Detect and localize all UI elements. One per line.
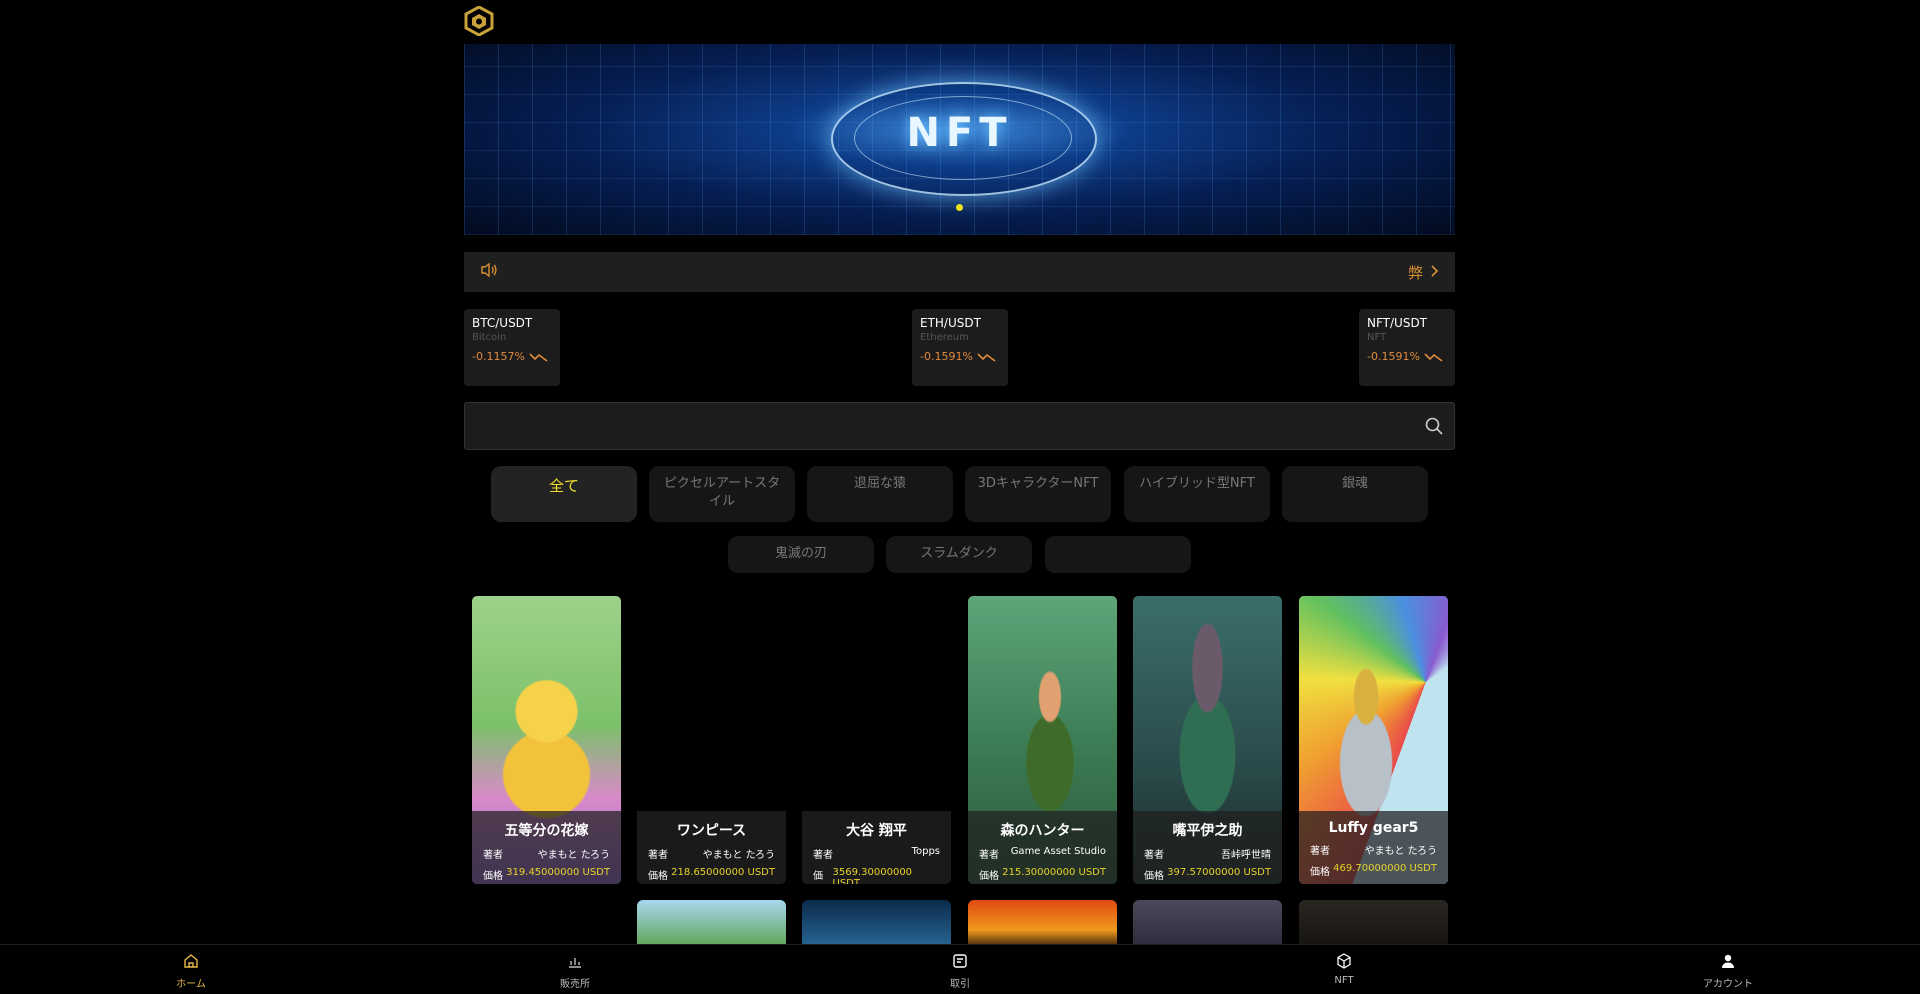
category-kimetsu[interactable]: 鬼滅の刃 (728, 536, 874, 573)
notice-more-label[interactable]: 弊 (1408, 262, 1423, 283)
category-pixel-art[interactable]: ピクセルアートスタイル (649, 466, 795, 522)
nav-label: アカウント (1703, 979, 1753, 990)
ticker-change: -0.1591% (920, 350, 973, 363)
nft-card[interactable]: 五等分の花嫁 著者 やまもと たろう 価格 319.45000000 USDT (472, 596, 621, 884)
carousel-dots (464, 204, 1455, 211)
category-3d-character[interactable]: 3DキャラクターNFT (965, 466, 1111, 522)
category-all[interactable]: 全て (491, 466, 637, 522)
ticker-nft[interactable]: NFT/USDT NFT -0.1591% (1359, 309, 1455, 386)
trend-down-icon (529, 352, 548, 362)
nft-title: 嘴平伊之助 (1172, 823, 1243, 839)
ticker-pair: BTC/USDT (472, 316, 533, 330)
nft-card[interactable] (1133, 900, 1282, 950)
ticker-change: -0.1157% (472, 350, 525, 363)
nft-title: Luffy gear5 (1328, 820, 1419, 836)
nav-label: ホーム (176, 979, 206, 990)
search-input[interactable] (477, 411, 1401, 443)
carousel-dot-active[interactable] (956, 204, 963, 211)
search-icon[interactable] (1424, 416, 1444, 440)
nft-title: 大谷 翔平 (846, 823, 907, 839)
nft-card[interactable] (968, 900, 1117, 950)
nft-card[interactable]: 森のハンター 著者 Game Asset Studio 価格 215.3000000… (968, 596, 1117, 884)
nft-card[interactable]: 大谷 翔平 著者Topps 価格3569.30000000 USDT (802, 596, 951, 884)
category-gintama[interactable]: 銀魂 (1282, 466, 1428, 522)
nft-card[interactable] (802, 900, 951, 950)
nav-label: 取引 (950, 979, 970, 990)
page-container: NFT 弊 BTC/USDT Bitcoin -0.1157% ETH/USDT… (464, 0, 1455, 993)
category-hybrid[interactable]: ハイブリッド型NFT (1124, 466, 1270, 522)
notice-bar[interactable]: 弊 (464, 252, 1455, 292)
speaker-icon (480, 262, 498, 282)
cube-icon (1337, 953, 1351, 969)
nav-store[interactable]: 販売所 (535, 953, 615, 990)
ticker-eth[interactable]: ETH/USDT Ethereum -0.1591% (912, 309, 1008, 386)
nft-title: ワンピース (676, 823, 747, 839)
ticker-name: Bitcoin (472, 332, 507, 343)
trend-down-icon (977, 352, 996, 362)
nft-card[interactable]: Luffy gear5 著者 やまもと たろう 価格 469.70000000 US… (1299, 596, 1448, 884)
nav-label: 販売所 (560, 979, 590, 990)
ticker-pair: ETH/USDT (920, 316, 981, 330)
hero-banner[interactable]: NFT (464, 44, 1455, 235)
nav-home[interactable]: ホーム (151, 953, 231, 990)
ticker-name: NFT (1367, 332, 1387, 343)
chart-icon (569, 958, 581, 968)
trade-icon (953, 954, 967, 968)
category-bored-ape[interactable]: 退屈な猿 (807, 466, 953, 522)
ticker-change: -0.1591% (1367, 350, 1420, 363)
banner-text: NFT (906, 110, 1013, 156)
user-icon (1722, 954, 1734, 968)
ticker-btc[interactable]: BTC/USDT Bitcoin -0.1157% (464, 309, 560, 386)
nft-title: 五等分の花嫁 (504, 823, 589, 839)
nav-trade[interactable]: 取引 (920, 953, 1000, 990)
nav-nft[interactable]: NFT (1304, 953, 1384, 986)
category-empty[interactable] (1045, 536, 1191, 573)
nft-card[interactable] (637, 900, 786, 950)
nft-card[interactable]: ワンピース 著者 やまもと たろう 価格 218.65000000 USDT (637, 596, 786, 884)
nft-card[interactable] (1299, 900, 1448, 950)
home-icon (184, 954, 198, 968)
chevron-right-icon (1431, 263, 1439, 281)
nft-title: 森のハンター (1000, 823, 1085, 839)
ticker-pair: NFT/USDT (1367, 316, 1428, 330)
nav-label: NFT (1334, 975, 1354, 986)
category-slam-dunk[interactable]: スラムダンク (886, 536, 1032, 573)
nav-account[interactable]: アカウント (1688, 953, 1768, 990)
logo-icon[interactable] (464, 5, 494, 37)
search-bar (464, 402, 1455, 450)
trend-down-icon (1424, 352, 1443, 362)
nft-card[interactable]: 嘴平伊之助 著者 吾峠呼世晴 価格 397.57000000 USDT (1133, 596, 1282, 884)
bottom-nav: ホーム 販売所 取引 NFT アカウント (0, 944, 1920, 994)
ticker-name: Ethereum (920, 332, 969, 343)
ticker-list: BTC/USDT Bitcoin -0.1157% ETH/USDT Ether… (464, 309, 1455, 386)
